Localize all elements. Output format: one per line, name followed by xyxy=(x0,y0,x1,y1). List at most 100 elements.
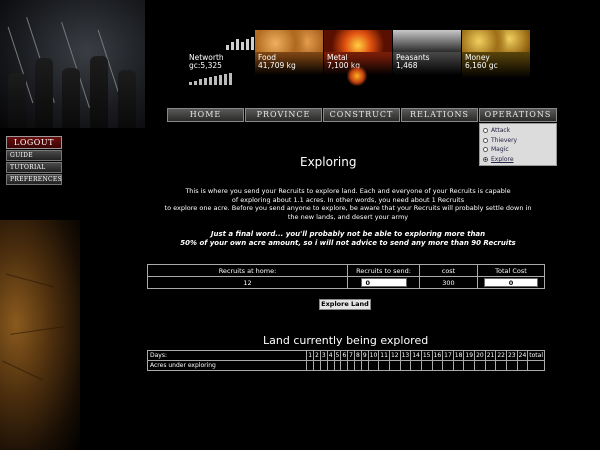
intro-line: This is where you send your Recruits to … xyxy=(185,187,511,195)
rider-silhouette xyxy=(35,58,53,128)
exploring-section-title: Land currently being explored xyxy=(263,334,429,347)
rider-silhouette xyxy=(90,56,108,128)
operations-option-thievery[interactable]: Thievery xyxy=(483,136,553,146)
day-header-cell: 18 xyxy=(452,350,465,361)
peasants-icon xyxy=(393,30,461,52)
acres-cell xyxy=(527,360,545,371)
guide-link[interactable]: GUIDE xyxy=(6,150,62,161)
header-recruits-home: Recruits at home: xyxy=(147,264,348,277)
warning-line: 50% of your own acre amount, so i will n… xyxy=(180,239,516,247)
recruits-to-send-input[interactable]: 0 xyxy=(360,278,407,287)
day-header-cell: 7 xyxy=(347,350,355,361)
day-header-cell: 24 xyxy=(516,350,529,361)
days-label: Days: xyxy=(146,350,308,361)
day-header-cell: 1 xyxy=(306,350,315,361)
day-header-cell: 14 xyxy=(410,350,422,361)
day-header-cell: 8 xyxy=(354,350,362,361)
tab-operations[interactable]: OPERATIONS xyxy=(479,108,557,122)
resource-networth: Networth gc:5,325 xyxy=(186,30,259,90)
day-header-cell: 10 xyxy=(367,350,380,361)
header-recruits-send: Recruits to send: xyxy=(347,264,420,277)
forge-flame-shape xyxy=(346,66,368,86)
top-nav: HOME PROVINCE CONSTRUCT RELATIONS OPERAT… xyxy=(167,108,558,122)
resource-bar: Networth gc:5,325 Food 41,709 kg Metal 7… xyxy=(186,30,556,90)
day-header-cell: 19 xyxy=(463,350,476,361)
total-cost-field: 0 xyxy=(484,278,538,287)
intro-line: the new lands, and desert your army xyxy=(287,212,409,221)
warning-text: Just a final word... you'll probably not… xyxy=(148,230,548,248)
tab-home[interactable]: HOME xyxy=(167,108,244,122)
day-header-cell: 21 xyxy=(484,350,497,361)
tab-province[interactable]: PROVINCE xyxy=(245,108,322,122)
day-header-cell: total xyxy=(527,350,545,361)
rider-silhouette xyxy=(62,68,80,128)
radio-icon[interactable] xyxy=(483,128,488,134)
acres-cell xyxy=(326,360,335,371)
day-header-cell: 9 xyxy=(360,350,369,361)
acres-cell xyxy=(474,360,486,371)
acres-cell xyxy=(367,360,380,371)
resource-money: Money 6,160 gc xyxy=(462,30,530,90)
recruits-send-cell: 0 xyxy=(347,276,420,289)
acres-cell xyxy=(378,360,390,371)
day-header-cell: 3 xyxy=(319,350,328,361)
operations-option-attack[interactable]: Attack xyxy=(483,126,553,136)
day-header-cell: 17 xyxy=(442,350,454,361)
acres-cell xyxy=(452,360,465,371)
acres-cell xyxy=(306,360,315,371)
acres-cell xyxy=(399,360,412,371)
acres-cell xyxy=(431,360,444,371)
resource-value: 6,160 gc xyxy=(465,61,498,70)
acres-cell xyxy=(420,360,433,371)
tab-relations[interactable]: RELATIONS xyxy=(401,108,478,122)
acres-cell xyxy=(319,360,328,371)
rider-silhouette xyxy=(8,73,26,128)
tutorial-link[interactable]: TUTORIAL xyxy=(6,162,62,173)
acres-cell xyxy=(388,360,401,371)
tab-construct[interactable]: CONSTRUCT xyxy=(323,108,400,122)
rider-silhouette xyxy=(118,70,136,128)
acres-cell xyxy=(354,360,362,371)
acres-cell xyxy=(360,360,369,371)
operations-option-magic[interactable]: Magic xyxy=(483,145,553,155)
acres-cell xyxy=(410,360,422,371)
warning-line: Just a final word... you'll probably not… xyxy=(210,230,486,238)
resource-value: 41,709 kg xyxy=(258,61,296,70)
cost-value: 300 xyxy=(419,276,478,289)
radio-icon[interactable] xyxy=(483,137,488,143)
days-row: Days: 1 2 3 4 5 6 7 8 9 10 11 12 13 14 15 16 17 18 19 20 21 2… xyxy=(146,350,545,361)
explore-land-button[interactable]: Explore Land xyxy=(319,299,371,310)
networth-chart-icon xyxy=(186,30,259,52)
intro-text: This is where you send your Recruits to … xyxy=(148,187,548,221)
resource-food: Food 41,709 kg xyxy=(255,30,323,90)
acres-cell xyxy=(313,360,321,371)
acres-cell xyxy=(442,360,454,371)
resource-value: gc:5,325 xyxy=(189,61,222,70)
acres-cell xyxy=(333,360,342,371)
acres-cell xyxy=(516,360,529,371)
day-header-cell: 20 xyxy=(474,350,486,361)
map-decoration-image xyxy=(0,220,80,450)
radio-icon[interactable] xyxy=(483,147,488,153)
acres-cell xyxy=(484,360,497,371)
day-header-cell: 6 xyxy=(340,350,349,361)
resource-metal: Metal 7,100 kg xyxy=(324,30,392,90)
preferences-link[interactable]: PREFERENCES xyxy=(6,174,62,185)
left-menu: LOGOUT GUIDE TUTORIAL PREFERENCES xyxy=(6,136,62,185)
day-header-cell: 11 xyxy=(378,350,390,361)
acres-cell xyxy=(340,360,349,371)
radio-selected-icon[interactable] xyxy=(483,156,488,162)
logout-button[interactable]: LOGOUT xyxy=(6,136,62,149)
day-header-cell: 22 xyxy=(495,350,507,361)
page-title: Exploring xyxy=(300,155,357,169)
acres-cell xyxy=(347,360,355,371)
bread-icon xyxy=(255,30,323,52)
intro-line: to explore one acre. Before you send any… xyxy=(164,204,532,212)
day-header-cell: 23 xyxy=(506,350,518,361)
resource-peasants: Peasants 1,468 xyxy=(393,30,461,90)
operations-option-explore[interactable]: Explore xyxy=(483,155,553,165)
total-cost-cell: 0 xyxy=(477,276,545,289)
acres-cell xyxy=(495,360,507,371)
day-header-cell: 13 xyxy=(399,350,412,361)
header-cost: cost xyxy=(419,264,478,277)
